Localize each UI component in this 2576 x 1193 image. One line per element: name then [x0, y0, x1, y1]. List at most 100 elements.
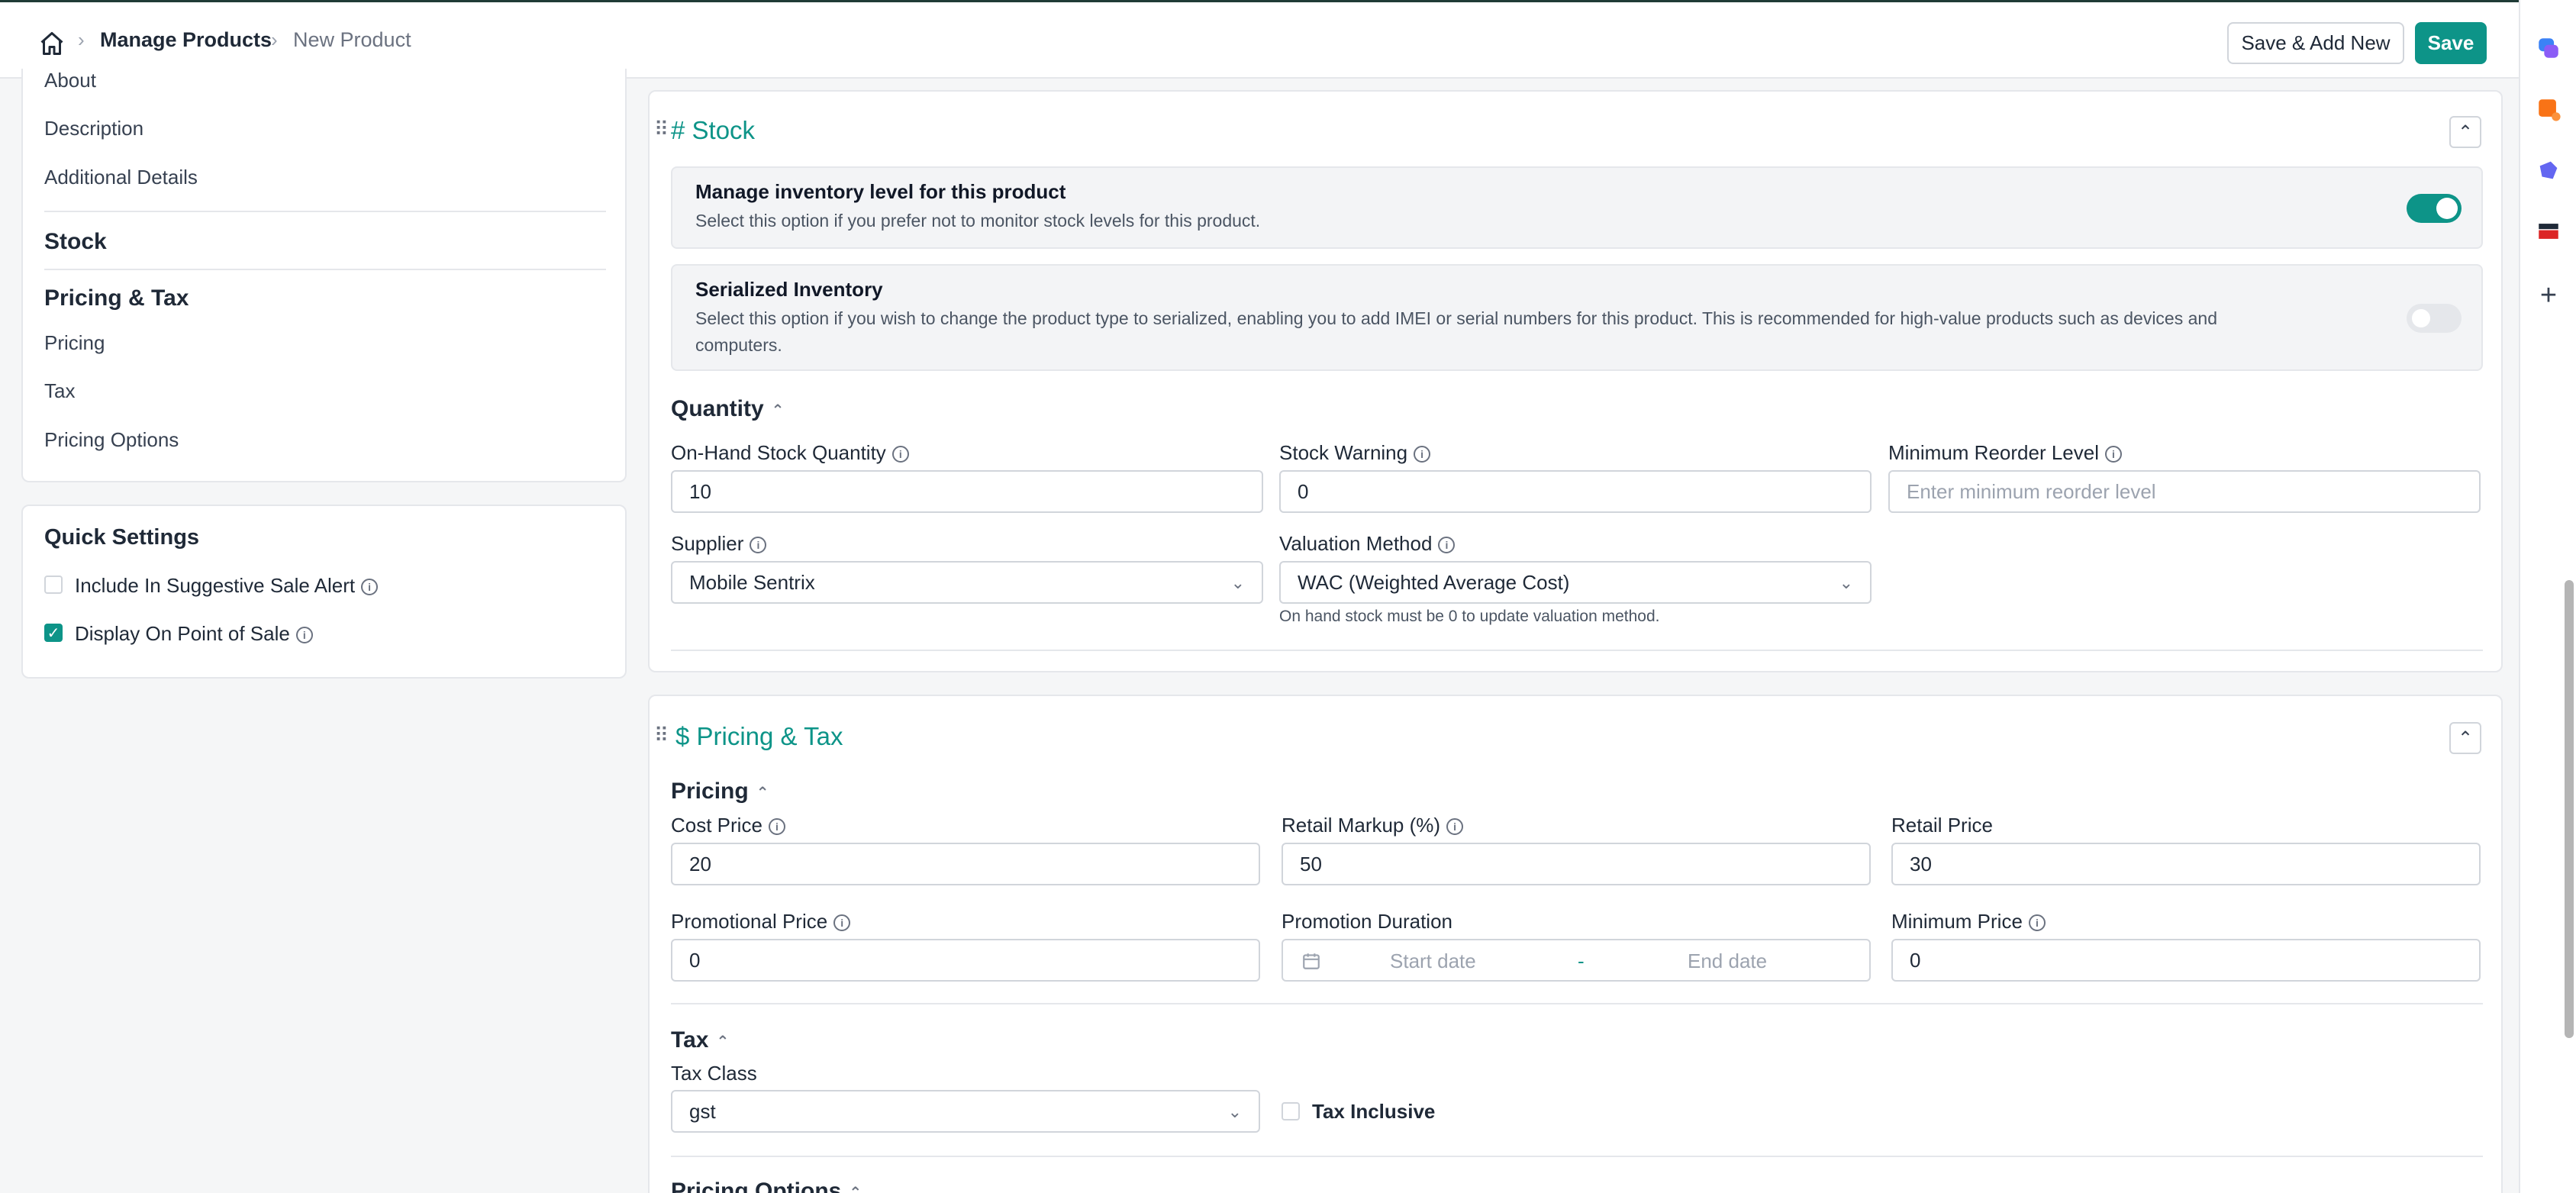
nav-heading-stock[interactable]: Stock — [44, 229, 107, 255]
save-and-add-new-button[interactable]: Save & Add New — [2227, 22, 2404, 64]
divider — [671, 650, 2483, 651]
page-scrollbar[interactable] — [2565, 580, 2574, 1038]
save-button[interactable]: Save — [2415, 22, 2487, 64]
valuation-hint: On hand stock must be 0 to update valuat… — [1279, 608, 1660, 625]
drag-handle-icon[interactable]: ⠿ — [654, 118, 669, 141]
collapse-stock-button[interactable]: ⌃ — [2449, 116, 2481, 148]
pricing-tax-section-title: $ Pricing & Tax — [675, 722, 843, 750]
quick-settings-title: Quick Settings — [44, 525, 200, 550]
breadcrumb-current: New Product — [293, 28, 411, 51]
drag-handle-icon[interactable]: ⠿ — [654, 724, 669, 747]
info-icon[interactable]: i — [2028, 914, 2046, 932]
info-icon[interactable]: i — [361, 579, 379, 596]
tax-inclusive-label: Tax Inclusive — [1312, 1100, 1436, 1123]
info-icon[interactable]: i — [1438, 537, 1456, 554]
breadcrumb-separator: › — [78, 28, 85, 51]
start-date-input[interactable]: Start date — [1390, 950, 1476, 973]
min-reorder-label: Minimum Reorder Level i — [1888, 441, 2122, 465]
cost-price-input[interactable]: 20 — [671, 843, 1260, 885]
date-range-separator: - — [1578, 950, 1585, 972]
divider — [671, 1003, 2483, 1004]
breadcrumb-manage-products[interactable]: Manage Products — [100, 28, 272, 52]
cost-price-label: Cost Price i — [671, 814, 785, 837]
promo-price-input[interactable]: 0 — [671, 939, 1260, 982]
manage-inventory-desc: Select this option if you prefer not to … — [695, 211, 1261, 231]
chevron-up-icon: ⌃ — [849, 1184, 862, 1193]
min-price-label: Minimum Price i — [1891, 910, 2046, 933]
quantity-heading[interactable]: Quantity ⌃ — [671, 396, 784, 422]
promo-duration-label: Promotion Duration — [1282, 910, 1452, 933]
nav-heading-pricing-tax[interactable]: Pricing & Tax — [44, 285, 189, 311]
toggle-knob — [2410, 308, 2432, 329]
chat-extension-icon[interactable] — [2536, 35, 2561, 61]
manage-inventory-panel: Manage inventory level for this product … — [671, 166, 2483, 249]
info-icon[interactable]: i — [768, 818, 785, 836]
on-hand-input[interactable]: 10 — [671, 470, 1263, 513]
retail-markup-input[interactable]: 50 — [1282, 843, 1871, 885]
info-icon[interactable]: i — [295, 627, 313, 644]
nav-item-pricing[interactable]: Pricing — [44, 331, 105, 355]
quick-settings-card: Quick Settings Include In Suggestive Sal… — [21, 505, 627, 679]
promo-duration-range[interactable]: Start date - End date — [1282, 939, 1871, 982]
valuation-select[interactable]: WAC (Weighted Average Cost) ⌄ — [1279, 561, 1872, 604]
pricing-options-heading[interactable]: Pricing Options ⌃ — [671, 1178, 862, 1193]
nav-item-tax[interactable]: Tax — [44, 379, 75, 403]
tax-class-select[interactable]: gst ⌄ — [671, 1090, 1260, 1133]
tax-heading[interactable]: Tax ⌃ — [671, 1027, 729, 1053]
plus-icon[interactable]: + — [2536, 281, 2561, 310]
min-price-input[interactable]: 0 — [1891, 939, 2481, 982]
pricing-heading[interactable]: Pricing ⌃ — [671, 779, 769, 804]
stock-warning-label: Stock Warning i — [1279, 441, 1431, 465]
min-reorder-input[interactable]: Enter minimum reorder level — [1888, 470, 2481, 513]
chevron-up-icon: ⌃ — [716, 1033, 730, 1050]
info-icon[interactable]: i — [750, 537, 767, 554]
info-icon[interactable]: i — [891, 446, 909, 463]
on-hand-label: On-Hand Stock Quantity i — [671, 441, 909, 465]
display-on-pos-label: Display On Point of Sale i — [75, 622, 313, 646]
chevron-down-icon: ⌄ — [1230, 573, 1245, 592]
supplier-label: Supplier i — [671, 532, 767, 556]
manage-inventory-title: Manage inventory level for this product — [695, 180, 1066, 203]
retail-price-label: Retail Price — [1891, 814, 1993, 837]
retail-price-input[interactable]: 30 — [1891, 843, 2481, 885]
info-icon[interactable]: i — [833, 914, 851, 932]
tax-class-label: Tax Class — [671, 1062, 757, 1085]
nav-item-description[interactable]: Description — [44, 117, 143, 140]
nav-item-pricing-options[interactable]: Pricing Options — [44, 428, 179, 452]
notes-extension-icon[interactable] — [2536, 96, 2561, 122]
info-icon[interactable]: i — [1414, 446, 1431, 463]
suggestive-sale-alert-checkbox[interactable] — [44, 576, 63, 594]
chevron-up-icon: ⌃ — [756, 784, 769, 801]
shapes-extension-icon[interactable] — [2536, 157, 2561, 183]
promo-price-label: Promotional Price i — [671, 910, 851, 933]
tax-inclusive-checkbox[interactable] — [1282, 1102, 1300, 1120]
collapse-pricing-tax-button[interactable]: ⌃ — [2449, 722, 2481, 754]
info-icon[interactable]: i — [1446, 818, 1464, 836]
divider — [44, 211, 606, 212]
breadcrumb-separator: › — [271, 28, 278, 51]
divider — [44, 269, 606, 270]
supplier-select[interactable]: Mobile Sentrix ⌄ — [671, 561, 1263, 604]
wallet-extension-icon[interactable] — [2536, 218, 2561, 244]
pricing-tax-section: ⠿ $ Pricing & Tax ⌃ Pricing ⌃ Cost Price i… — [648, 695, 2503, 1193]
chevron-down-icon: ⌄ — [1839, 573, 1853, 592]
end-date-input[interactable]: End date — [1688, 950, 1767, 973]
serialized-inventory-toggle[interactable] — [2407, 304, 2462, 333]
suggestive-sale-alert-label: Include In Suggestive Sale Alert i — [75, 574, 379, 598]
nav-item-additional-details[interactable]: Additional Details — [44, 166, 198, 189]
manage-inventory-toggle[interactable] — [2407, 194, 2462, 223]
serialized-inventory-title: Serialized Inventory — [695, 278, 883, 301]
stock-warning-input[interactable]: 0 — [1279, 470, 1872, 513]
home-icon[interactable] — [38, 30, 66, 57]
info-icon[interactable]: i — [2104, 446, 2122, 463]
serialized-inventory-panel: Serialized Inventory Select this option … — [671, 264, 2483, 371]
valuation-label: Valuation Method i — [1279, 532, 1456, 556]
section-nav-card: About Description Additional Details Sto… — [21, 69, 627, 482]
stock-section-title: # Stock — [671, 116, 756, 144]
chevron-up-icon: ⌃ — [771, 401, 785, 419]
nav-item-about[interactable]: About — [44, 69, 96, 92]
divider — [671, 1156, 2483, 1157]
stock-section: ⠿ # Stock ⌃ Manage inventory level for t… — [648, 90, 2503, 672]
display-on-pos-checkbox[interactable]: ✓ — [44, 624, 63, 642]
retail-markup-label: Retail Markup (%) i — [1282, 814, 1464, 837]
